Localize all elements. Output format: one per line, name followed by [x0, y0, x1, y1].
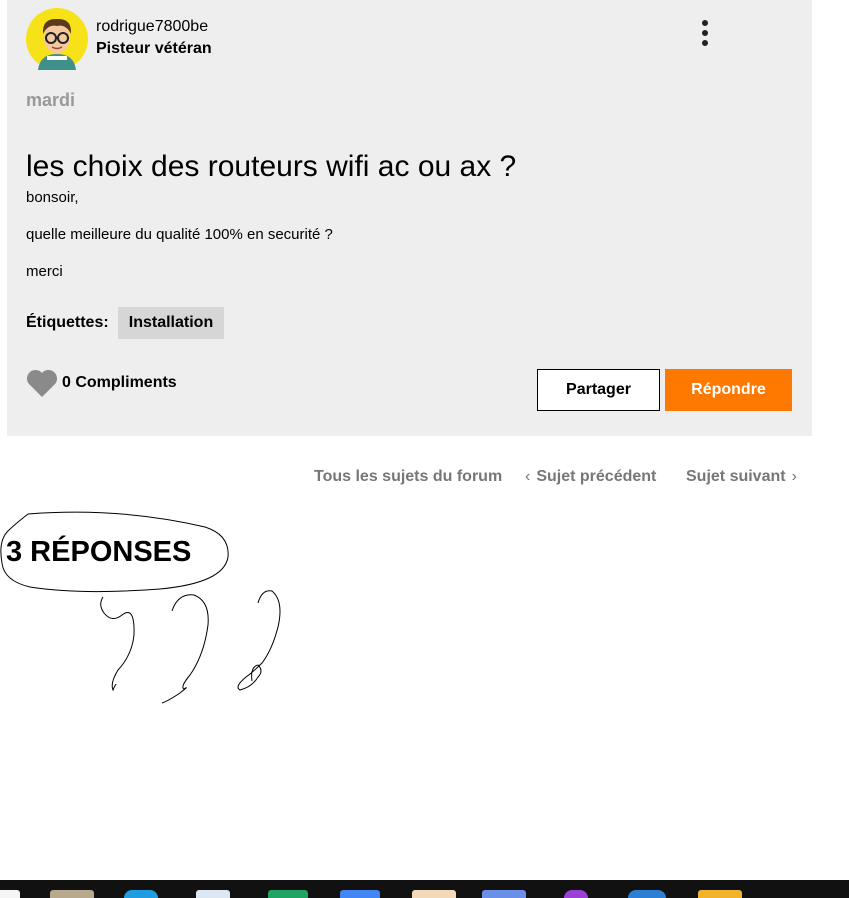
handwritten-annotation — [0, 511, 281, 704]
avatar[interactable] — [26, 8, 88, 70]
post-body-line: quelle meilleure du qualité 100% en secu… — [26, 226, 333, 243]
reply-button[interactable]: Répondre — [665, 369, 792, 411]
more-options-icon[interactable] — [690, 18, 720, 48]
post-date: mardi — [26, 90, 76, 110]
kudos-count: 0 Compliments — [62, 374, 177, 391]
previous-topic-link[interactable]: ‹ Sujet précédent — [525, 468, 656, 486]
all-topics-link[interactable]: Tous les sujets du forum — [314, 468, 502, 486]
heart-icon — [26, 369, 58, 397]
files-icon[interactable] — [698, 890, 742, 898]
previous-topic-label: Sujet précédent — [536, 468, 657, 485]
edge-icon[interactable] — [124, 890, 158, 898]
store-icon[interactable] — [412, 890, 456, 898]
dropbox-icon[interactable] — [196, 890, 230, 898]
user-rank: Pisteur vétéran — [96, 40, 212, 57]
tag-installation[interactable]: Installation — [118, 307, 224, 339]
post-title: les choix des routeurs wifi ac ou ax ? — [26, 150, 517, 183]
kudos-button[interactable]: 0 Compliments — [26, 368, 177, 398]
post-body-line: bonsoir, — [26, 189, 79, 206]
next-topic-link[interactable]: Sujet suivant › — [686, 468, 797, 486]
app-icon[interactable] — [564, 890, 588, 898]
next-topic-label: Sujet suivant — [686, 468, 786, 485]
post-body-line: merci — [26, 263, 63, 280]
file-icon[interactable] — [0, 890, 20, 898]
sheets-icon[interactable] — [268, 890, 308, 898]
docs-icon[interactable] — [340, 890, 380, 898]
chevron-left-icon: ‹ — [525, 468, 531, 485]
folder-icon[interactable] — [50, 890, 94, 898]
taskbar — [0, 880, 849, 898]
share-button[interactable]: Partager — [537, 369, 660, 411]
chevron-right-icon: › — [791, 468, 797, 485]
post-card: rodrigue7800be Pisteur vétéran mardi les… — [7, 0, 812, 436]
username[interactable]: rodrigue7800be — [96, 18, 208, 36]
tags-label: Étiquettes: — [26, 314, 109, 331]
mail-icon[interactable] — [482, 890, 526, 898]
browser-icon[interactable] — [628, 890, 666, 898]
